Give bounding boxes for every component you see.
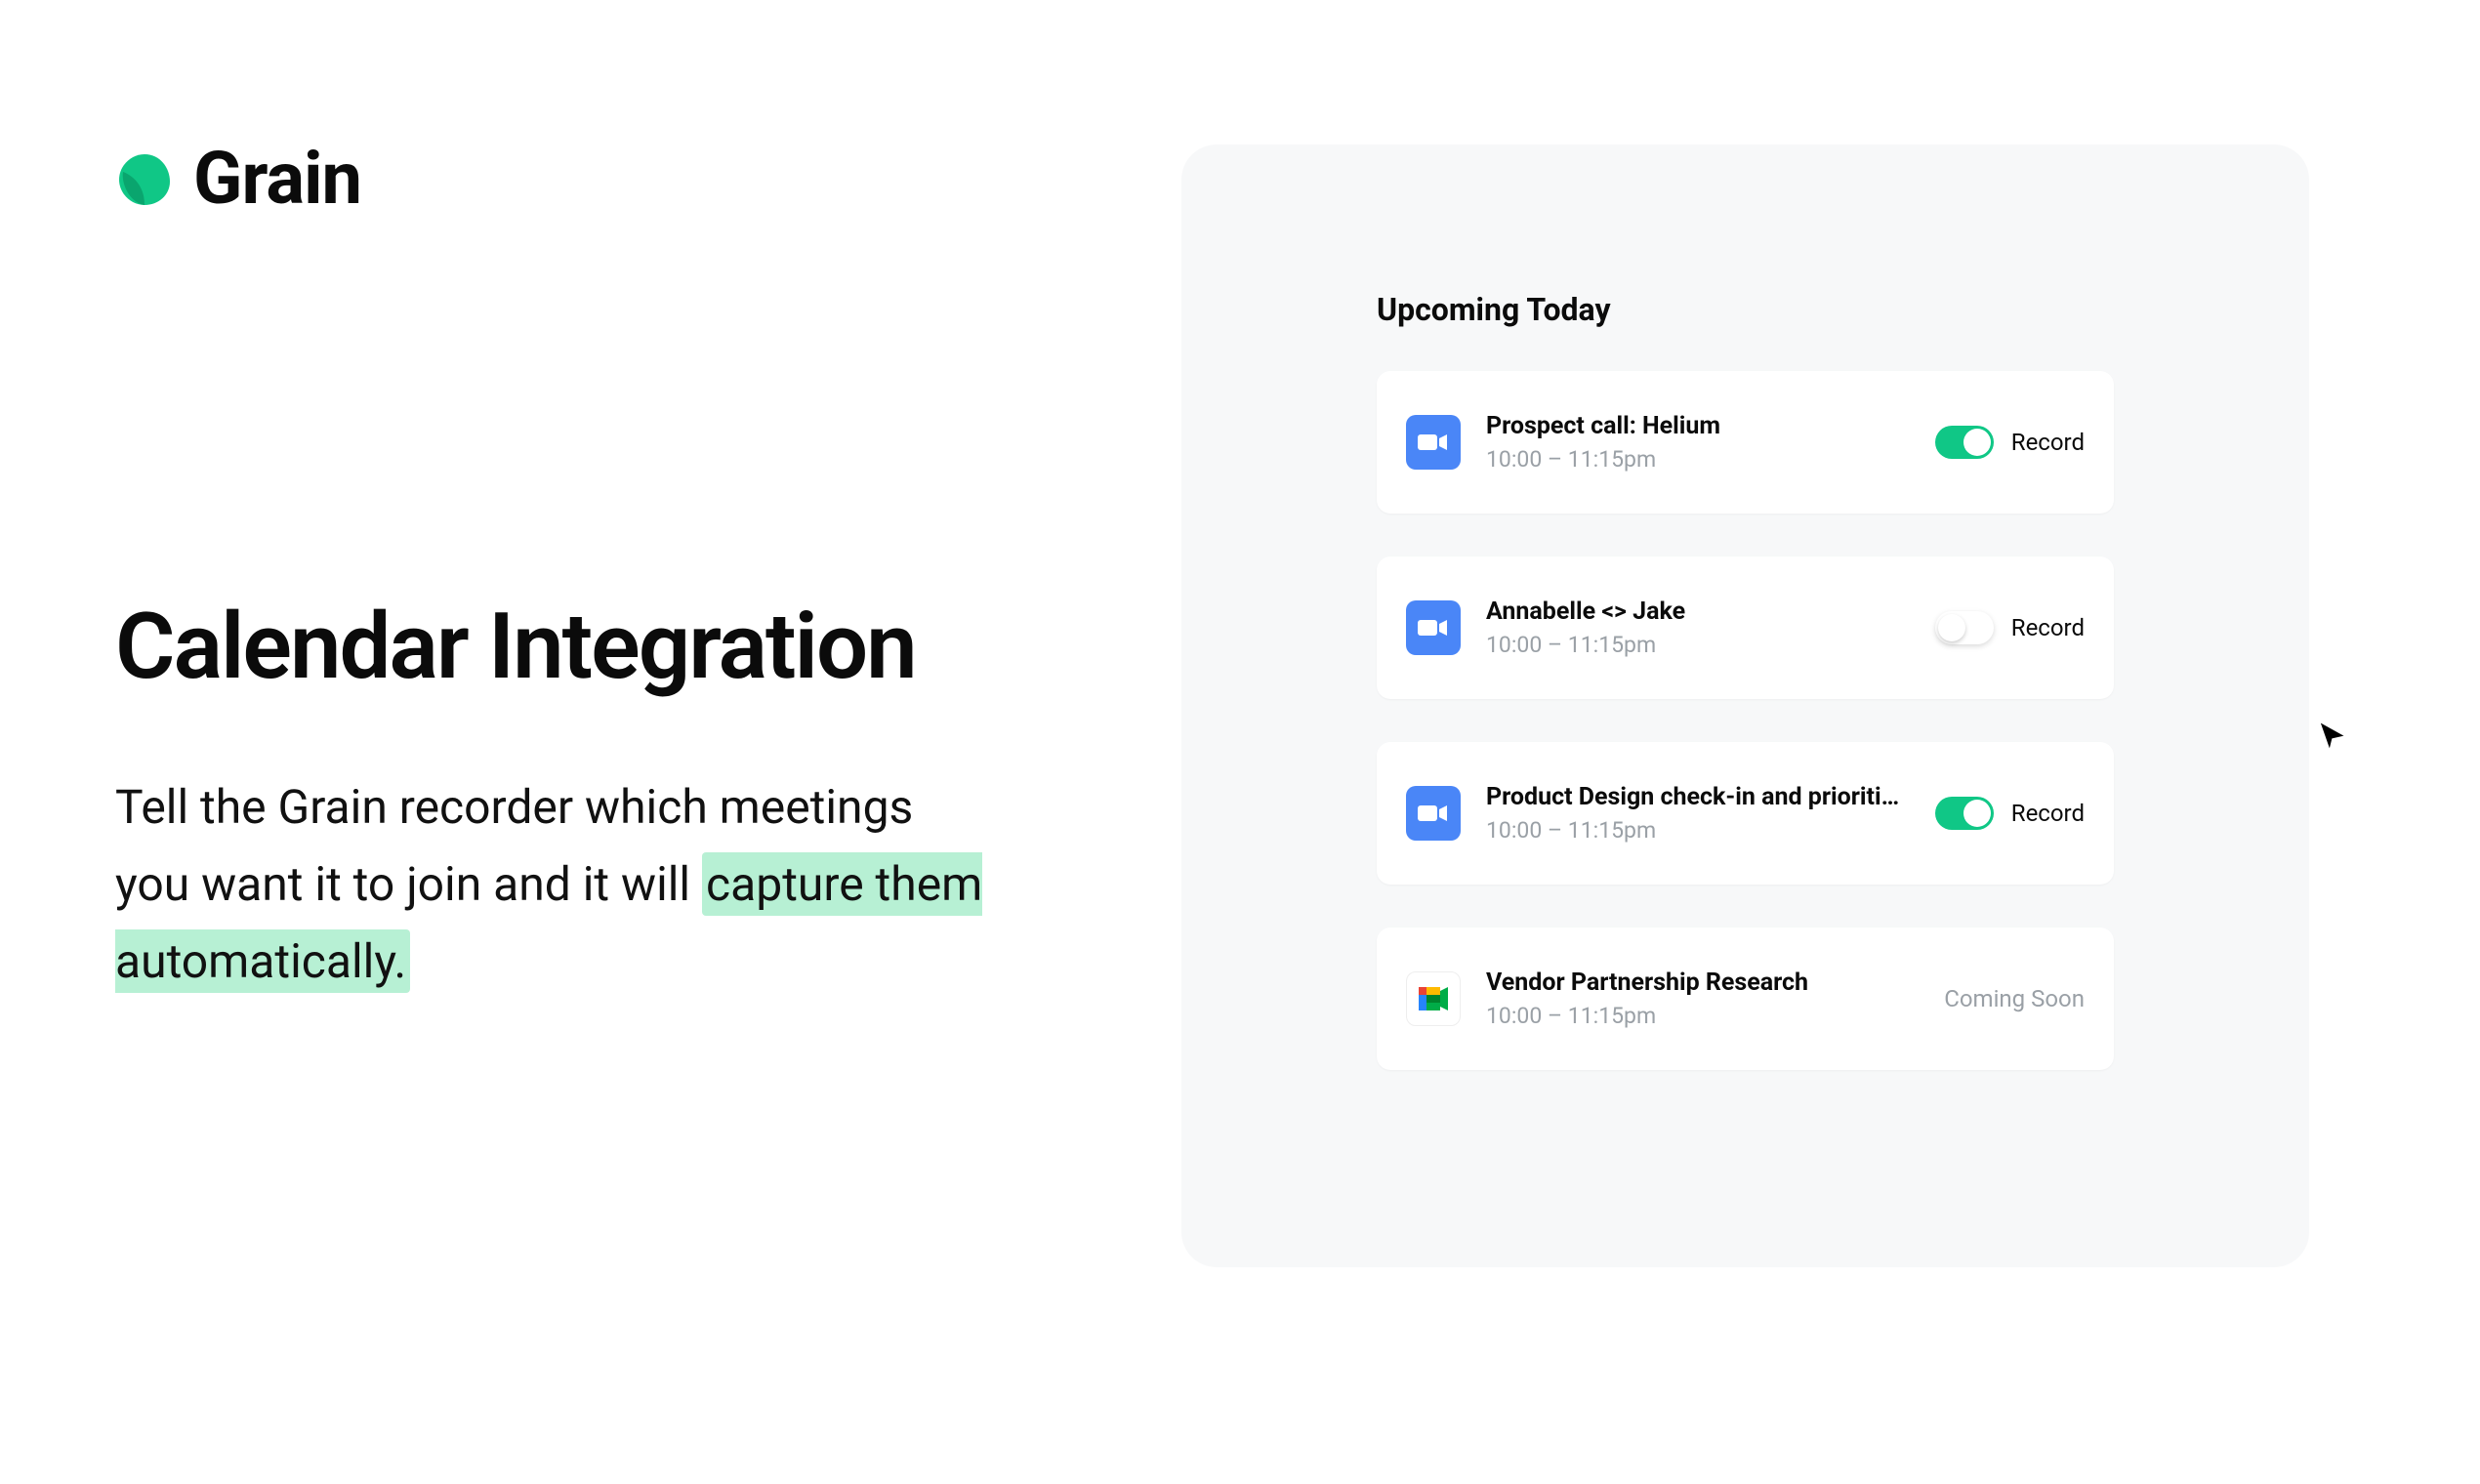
zoom-icon (1406, 600, 1461, 655)
cursor-icon (2315, 719, 2350, 754)
brand-logo: Grain (115, 137, 1113, 222)
meeting-time: 10:00 – 11:15pm (1486, 1003, 1944, 1029)
meeting-title: Vendor Partnership Research (1486, 969, 1906, 997)
meeting-title: Product Design check-in and prioritiza..… (1486, 783, 1906, 811)
record-toggle[interactable] (1935, 426, 1994, 459)
zoom-icon (1406, 786, 1461, 841)
google-meet-icon (1406, 971, 1461, 1026)
record-label: Record (2011, 614, 2085, 641)
record-toggle[interactable] (1935, 797, 1994, 830)
meeting-time: 10:00 – 11:15pm (1486, 632, 1935, 658)
meeting-card: Product Design check-in and prioritiza..… (1377, 742, 2114, 885)
record-toggle[interactable] (1935, 611, 1994, 644)
meeting-time: 10:00 – 11:15pm (1486, 446, 1935, 473)
coming-soon-label: Coming Soon (1944, 985, 2085, 1012)
brand-name: Grain (193, 137, 361, 222)
meeting-card: Vendor Partnership Research 10:00 – 11:1… (1377, 928, 2114, 1070)
grain-logo-icon (115, 150, 174, 209)
zoom-icon (1406, 415, 1461, 470)
meeting-card: Annabelle <> Jake 10:00 – 11:15pm Record (1377, 556, 2114, 699)
meeting-time: 10:00 – 11:15pm (1486, 817, 1935, 844)
page-subcopy: Tell the Grain recorder which meetings y… (115, 768, 994, 1001)
meeting-card: Prospect call: Helium 10:00 – 11:15pm Re… (1377, 371, 2114, 514)
meeting-title: Annabelle <> Jake (1486, 598, 1906, 626)
record-label: Record (2011, 429, 2085, 456)
page-title: Calendar Integration (115, 593, 1113, 700)
upcoming-panel: Upcoming Today Prospect call: Helium 10:… (1181, 144, 2309, 1267)
panel-heading: Upcoming Today (1377, 291, 2114, 328)
meeting-title: Prospect call: Helium (1486, 412, 1906, 440)
record-label: Record (2011, 800, 2085, 827)
